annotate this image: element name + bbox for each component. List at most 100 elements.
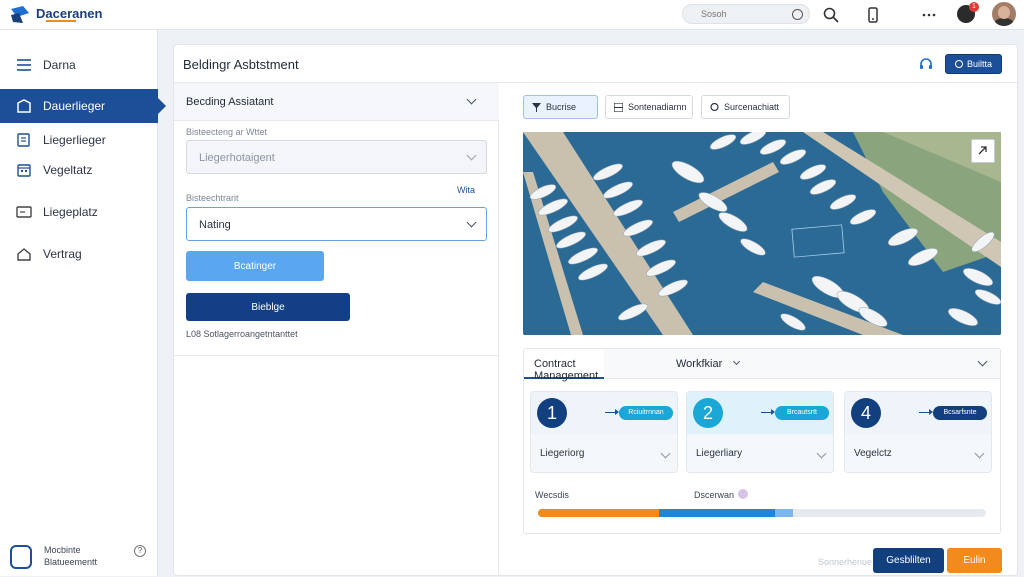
- marina-aerial-image: [523, 132, 1001, 335]
- sidebar-item-label: Vegeltatz: [43, 163, 93, 177]
- field2-value: Nating: [199, 219, 231, 231]
- header-action-label: Builtta: [966, 59, 992, 69]
- chevron-down-icon: [974, 448, 985, 459]
- help-icon[interactable]: ?: [134, 545, 146, 557]
- sidebar-item-vegeltatz[interactable]: Vegeltatz: [0, 153, 158, 187]
- save-button[interactable]: Gesblilten: [873, 548, 944, 573]
- search-input[interactable]: [701, 7, 781, 21]
- top-bar: Daceranen 1: [0, 0, 1024, 30]
- notification-count: 1: [969, 2, 979, 12]
- sidebar-item-liegerlieger[interactable]: Liegerlieger: [0, 123, 158, 157]
- filter-button-label: Bucrise: [546, 102, 577, 112]
- sidebar-item-label: Liegerlieger: [43, 133, 106, 147]
- sidebar-item-label: Dauerlieger: [43, 99, 106, 113]
- chevron-down-icon: [732, 357, 741, 366]
- footer-line-2: Blatueementt: [44, 557, 98, 567]
- page-title: Beldingr Asbtstment: [183, 57, 299, 72]
- card-icon: [16, 206, 32, 218]
- headset-icon[interactable]: [918, 56, 934, 72]
- collapse-map-icon[interactable]: [971, 139, 995, 163]
- search-clear-icon[interactable]: [792, 9, 803, 20]
- arrow-right-icon: [761, 409, 775, 415]
- sidebar-item-vertrag[interactable]: Vertrag: [0, 237, 158, 271]
- document-stack-icon: [10, 545, 32, 569]
- search-icon[interactable]: [822, 6, 840, 24]
- sidebar-item-darna[interactable]: Darna: [0, 48, 158, 82]
- contract-progress-bar: [538, 509, 986, 517]
- marina-map[interactable]: [523, 132, 1001, 335]
- tab-label: Workfkiar: [676, 358, 723, 370]
- overview-button[interactable]: Sontenadiarnn: [605, 95, 693, 119]
- step-label: Vegelctz: [854, 448, 892, 459]
- workflow-step-2[interactable]: 2 Brcautsrtt Liegerliary: [686, 391, 834, 473]
- progress-label-2: Dscerwan: [694, 490, 735, 500]
- sidebar-item-dauerlieger[interactable]: Dauerlieger: [0, 89, 166, 123]
- harbor-icon: [17, 99, 31, 113]
- sidebar-item-liegeplatz[interactable]: Liegeplatz: [0, 195, 158, 229]
- header-action-button[interactable]: Builtta: [945, 54, 1002, 74]
- next-button[interactable]: Eulin: [947, 548, 1002, 573]
- filter-icon: [532, 103, 541, 112]
- step-label: Liegeriorg: [540, 448, 585, 459]
- sidebar-item-label: Vertrag: [43, 247, 82, 261]
- tab-workflow[interactable]: Workfkiar: [676, 349, 746, 379]
- workflow-step-3[interactable]: 4 Bcsarfsnte Vegelctz: [844, 391, 992, 473]
- brand-logo-icon[interactable]: [9, 5, 31, 25]
- chevron-down-icon: [660, 448, 671, 459]
- booking-dark-button[interactable]: Bieblge: [186, 293, 350, 321]
- progress-label-1: Wecsdis: [535, 490, 569, 500]
- step-status-badge: Rciuitrnnan: [619, 406, 673, 420]
- chat-button-label: Surcenachiatt: [724, 102, 780, 112]
- field1-value: Liegerhotaigent: [199, 152, 275, 164]
- search-box[interactable]: [682, 4, 810, 24]
- filter-button[interactable]: Bucrise: [523, 95, 598, 119]
- chevron-down-icon: [466, 217, 477, 228]
- arrow-right-icon: [605, 409, 619, 415]
- main-header: Beldingr Asbtstment Builtta: [174, 45, 1019, 83]
- field2-link[interactable]: Wita: [457, 185, 475, 195]
- home-icon: [17, 248, 31, 261]
- tab-label: Contract Management: [534, 358, 599, 382]
- calendar-icon: [17, 164, 31, 177]
- logo-underline: [46, 20, 76, 22]
- overview-button-label: Sontenadiarnn: [628, 102, 687, 112]
- footer-line-1: Mocbinte: [44, 545, 81, 555]
- progress-segment-done: [538, 509, 659, 517]
- step-label: Liegerliary: [696, 448, 743, 459]
- chat-icon: [710, 103, 719, 112]
- field2-select[interactable]: Nating: [186, 207, 487, 241]
- contract-panel: Contract Management Workfkiar 1 Rciuitrn…: [523, 348, 1001, 534]
- chat-button[interactable]: Surcenachiatt: [701, 95, 790, 119]
- tab-contract-management[interactable]: Contract Management: [524, 349, 604, 382]
- chevron-down-icon: [466, 150, 477, 161]
- contract-tabs: Contract Management Workfkiar: [524, 349, 1000, 382]
- field1-select[interactable]: Liegerhotaigent: [186, 140, 487, 174]
- sidebar: Darna Dauerlieger Liegerlieger Vegeltatz…: [0, 30, 166, 576]
- chevron-down-icon[interactable]: [977, 356, 988, 367]
- booking-light-button[interactable]: Bcatinger: [186, 251, 324, 281]
- app-name[interactable]: Daceranen: [36, 6, 102, 21]
- progress-segment-active: [659, 509, 775, 517]
- booking-assistant-header[interactable]: Becding Assiatant: [174, 83, 499, 121]
- panel-divider: [174, 355, 499, 356]
- step-number: 1: [537, 398, 567, 428]
- field1-label: Bisteecteng ar Wttet: [186, 127, 268, 137]
- chevron-down-icon: [816, 448, 827, 459]
- step-number: 4: [851, 398, 881, 428]
- sidebar-footer[interactable]: Mocbinte Blatueementt ?: [10, 543, 150, 573]
- info-icon[interactable]: [738, 489, 748, 499]
- field2-label: Bisteechtrarit: [186, 193, 239, 203]
- grid-icon: [614, 103, 623, 112]
- notification-icon[interactable]: 1: [957, 2, 979, 23]
- step-status-badge: Brcautsrtt: [775, 406, 829, 420]
- workflow-step-1[interactable]: 1 Rciuitrnnan Liegeriorg: [530, 391, 678, 473]
- more-icon[interactable]: [920, 6, 938, 24]
- chevron-down-icon: [466, 94, 477, 105]
- booking-footer-text: L08 Sotlagerroangetntanttet: [186, 329, 298, 339]
- gear-icon: [954, 60, 963, 68]
- avatar[interactable]: [992, 2, 1016, 26]
- phone-icon[interactable]: [864, 6, 882, 24]
- booking-assistant-title: Becding Assiatant: [186, 96, 274, 108]
- document-icon: [17, 133, 30, 147]
- main-card: Beldingr Asbtstment Builtta Becding Assi…: [173, 44, 1019, 577]
